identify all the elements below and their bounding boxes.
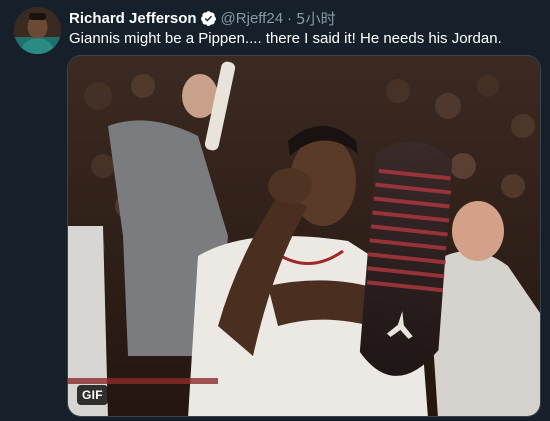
verified-badge-icon <box>200 10 217 27</box>
gif-badge: GIF <box>77 385 108 405</box>
display-name[interactable]: Richard Jefferson <box>69 10 197 27</box>
avatar-image <box>14 7 61 54</box>
author-handle[interactable]: @Rjeff24 <box>221 10 283 27</box>
gif-frame-image <box>68 56 540 416</box>
author-avatar[interactable] <box>14 7 61 54</box>
tweet-media-gif[interactable]: GIF <box>67 55 541 417</box>
tweet-timestamp[interactable]: 5小时 <box>296 8 336 29</box>
tweet-header: Richard Jefferson @Rjeff24 · 5小时 <box>69 8 336 29</box>
separator-dot: · <box>287 10 293 27</box>
tweet-text: Giannis might be a Pippen.... there I sa… <box>69 30 502 47</box>
